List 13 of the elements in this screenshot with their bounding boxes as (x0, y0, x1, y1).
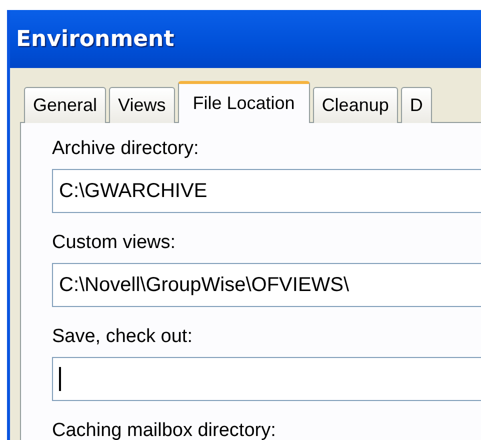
field-label: Archive directory: (52, 137, 200, 161)
field-label: Save, check out: (52, 325, 194, 349)
tab[interactable]: Views (109, 87, 175, 123)
tab[interactable]: File Location (178, 81, 310, 123)
tab[interactable]: Cleanup (312, 87, 398, 123)
input-field[interactable]: C:\GWARCHIVE (52, 169, 481, 213)
input-field[interactable]: C:\Novell\GroupWise\OFVIEWS\ (52, 263, 481, 307)
field-label: Custom views: (52, 231, 177, 255)
input-field[interactable] (52, 357, 481, 401)
tab[interactable]: D (400, 87, 432, 123)
field-label: Caching mailbox directory: (52, 419, 277, 440)
window-title: Environment (16, 26, 174, 52)
tab[interactable]: General (24, 87, 106, 123)
